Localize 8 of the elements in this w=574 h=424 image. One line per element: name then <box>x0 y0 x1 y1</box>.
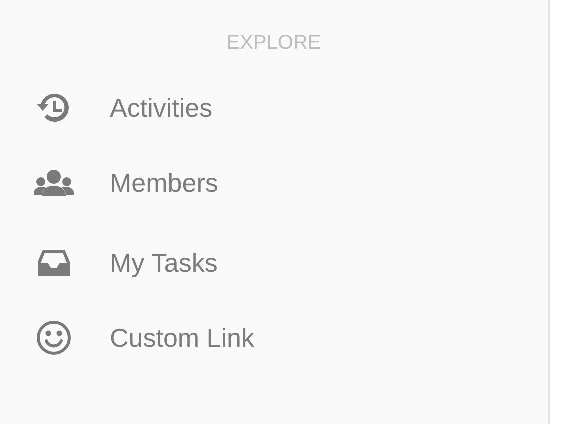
nav-item[interactable]: Members <box>0 163 548 203</box>
nav-item[interactable]: Custom Link <box>0 318 548 358</box>
nav-item[interactable]: My Tasks <box>0 243 548 283</box>
smiley-icon <box>36 320 72 356</box>
nav-item[interactable]: Activities <box>0 88 548 128</box>
members-icon <box>34 168 74 198</box>
inbox-icon <box>36 248 72 278</box>
section-heading: EXPLORE <box>226 31 322 55</box>
